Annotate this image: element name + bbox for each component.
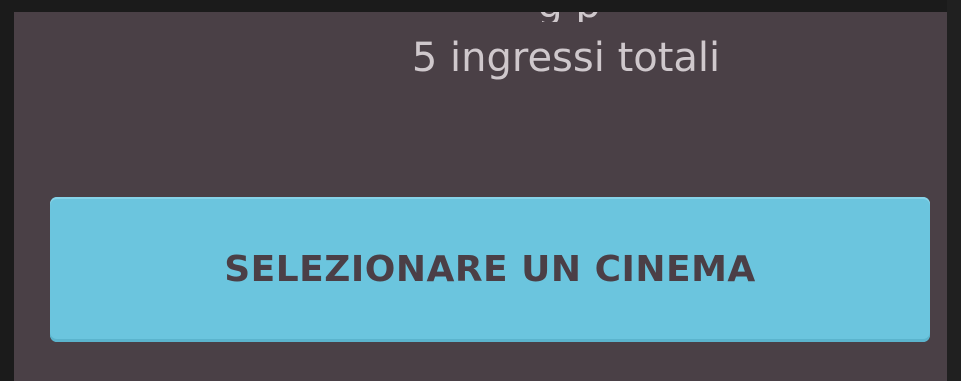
select-cinema-button[interactable]: SELEZIONARE UN CINEMA [50, 197, 930, 342]
ticket-summary-panel: g p 5 ingressi totali SELEZIONARE UN CIN… [14, 12, 947, 381]
screen-right-edge [947, 0, 961, 381]
total-entries-text: 5 ingressi totali [411, 35, 721, 81]
cutoff-text-line: g p [374, 12, 764, 22]
screen-top-edge [0, 0, 961, 12]
